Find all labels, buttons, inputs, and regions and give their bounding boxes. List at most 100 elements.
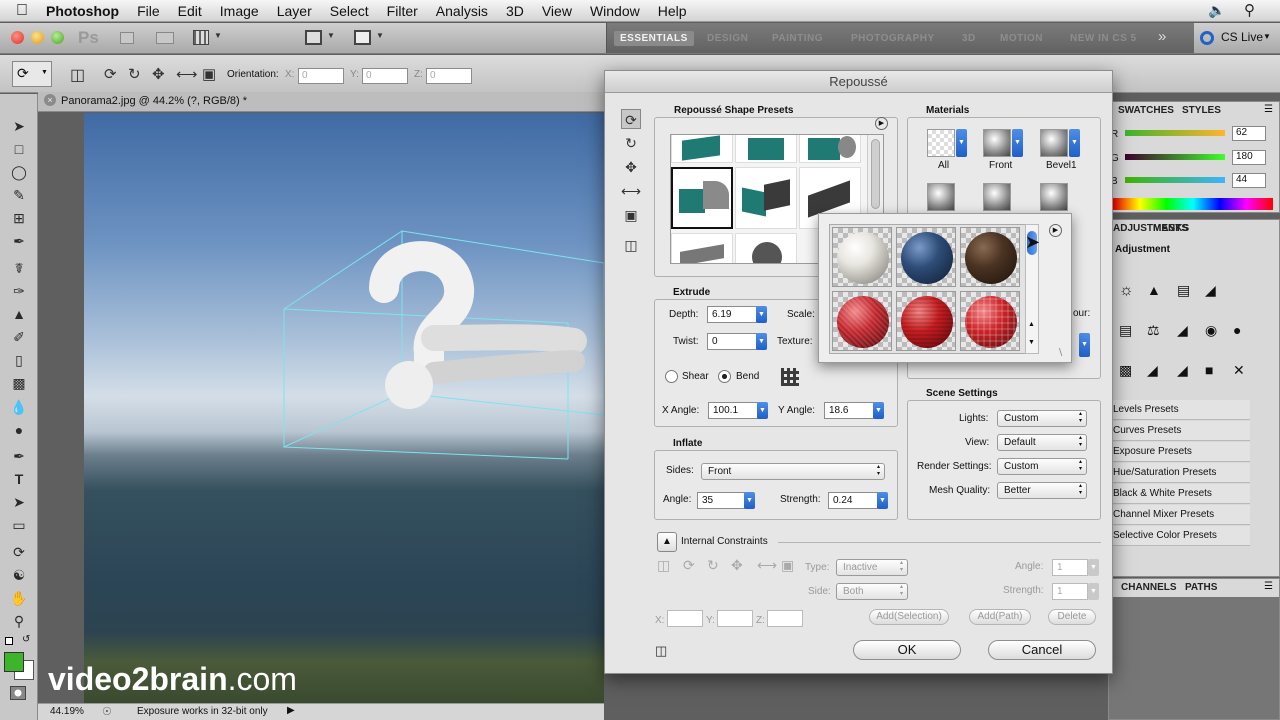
preset-thumb-selected[interactable] bbox=[671, 167, 733, 229]
roll-object-icon[interactable]: ↻ bbox=[621, 133, 641, 153]
quick-mask-icon[interactable] bbox=[10, 686, 26, 700]
sides-select[interactable]: Front bbox=[701, 463, 885, 480]
preset-hue-saturation[interactable]: Hue/Saturation Presets bbox=[1113, 463, 1250, 483]
screen-mode-icon[interactable] bbox=[354, 30, 371, 45]
menu-analysis[interactable]: Analysis bbox=[427, 3, 497, 19]
panel-menu-icon[interactable]: ☰ bbox=[1264, 104, 1273, 115]
material-swatch[interactable] bbox=[896, 227, 956, 287]
chevron-down-icon[interactable]: ▼ bbox=[1069, 129, 1080, 157]
delete-button[interactable]: Delete bbox=[1048, 609, 1096, 625]
rotate-3d-icon[interactable]: ⟳ bbox=[17, 65, 29, 82]
preset-channel-mixer[interactable]: Channel Mixer Presets bbox=[1113, 505, 1250, 525]
workspace-design[interactable]: DESIGN bbox=[707, 33, 748, 44]
brush-tool-icon[interactable]: ✑ bbox=[9, 281, 29, 301]
menu-3d[interactable]: 3D bbox=[497, 3, 533, 19]
gradient-tool-icon[interactable]: ▩ bbox=[9, 373, 29, 393]
inflate-strength-field[interactable]: 0.24 bbox=[828, 492, 878, 509]
color-ramp[interactable] bbox=[1113, 198, 1273, 210]
x-angle-field[interactable]: 100.1 bbox=[708, 402, 758, 419]
constraint-y-field[interactable] bbox=[717, 610, 753, 627]
threshold-icon[interactable]: ◢ bbox=[1177, 362, 1188, 379]
view-select[interactable]: Default bbox=[997, 434, 1087, 451]
material-swatch[interactable] bbox=[832, 291, 892, 351]
constraint-strength-stepper[interactable]: ▼ bbox=[1088, 583, 1099, 600]
menu-file[interactable]: File bbox=[128, 3, 169, 19]
inflate-angle-field[interactable]: 35 bbox=[697, 492, 745, 509]
reference-point-grid-icon[interactable] bbox=[781, 368, 799, 386]
hand-tool-icon[interactable]: ✋ bbox=[9, 588, 29, 608]
tab-masks[interactable]: MASKS bbox=[1153, 223, 1189, 234]
tab-swatches[interactable]: SWATCHES bbox=[1118, 105, 1174, 116]
object-slide-icon[interactable]: ⟷ bbox=[176, 65, 198, 83]
balance-icon[interactable]: ⚖ bbox=[1147, 322, 1160, 339]
constraint-angle-field[interactable]: 1 bbox=[1052, 559, 1088, 576]
material-swatch[interactable] bbox=[960, 291, 1020, 351]
clone-stamp-tool-icon[interactable]: ▲ bbox=[9, 304, 29, 324]
material-slot-all[interactable] bbox=[927, 129, 955, 157]
document-tab-title[interactable]: Panorama2.jpg @ 44.2% (?, RGB/8) * bbox=[61, 95, 247, 107]
orientation-x-field[interactable]: 0 bbox=[298, 68, 344, 84]
preset-selective-color[interactable]: Selective Color Presets bbox=[1113, 526, 1250, 546]
brightness-icon[interactable]: ☼ bbox=[1119, 282, 1134, 300]
preset-levels[interactable]: Levels Presets bbox=[1113, 400, 1250, 420]
status-menu-icon[interactable]: ▶ bbox=[287, 705, 295, 716]
levels-icon[interactable]: ▲ bbox=[1147, 282, 1161, 298]
material-slot-front[interactable] bbox=[983, 129, 1011, 157]
bend-radio[interactable] bbox=[718, 370, 731, 383]
material-swatch[interactable] bbox=[960, 227, 1020, 287]
menu-window[interactable]: Window bbox=[581, 3, 649, 19]
menu-app[interactable]: Photoshop bbox=[37, 3, 128, 19]
spotlight-search-icon[interactable]: ⚲ bbox=[1244, 1, 1255, 19]
depth-field[interactable]: 6.19 bbox=[707, 306, 757, 323]
history-brush-tool-icon[interactable]: ✐ bbox=[9, 327, 29, 347]
menu-select[interactable]: Select bbox=[321, 3, 378, 19]
chevron-down-icon[interactable]: ▼ bbox=[41, 69, 48, 76]
tab-styles[interactable]: STYLES bbox=[1182, 105, 1221, 116]
zoom-tool-icon[interactable]: ⚲ bbox=[9, 611, 29, 631]
preset-thumb[interactable] bbox=[671, 135, 733, 163]
preset-thumb[interactable] bbox=[735, 135, 797, 163]
3d-orbit-tool-icon[interactable]: ☯ bbox=[9, 565, 29, 585]
object-rotate-icon[interactable]: ⟳ bbox=[104, 65, 117, 83]
workspace-photography[interactable]: PHOTOGRAPHY bbox=[851, 33, 935, 44]
cs-live-button[interactable]: CS Live bbox=[1221, 30, 1263, 44]
material-slot[interactable] bbox=[983, 183, 1011, 211]
volume-icon[interactable]: 🔈 bbox=[1208, 2, 1225, 19]
inflate-strength-stepper[interactable]: ▼ bbox=[877, 492, 888, 509]
zoom-level[interactable]: 44.19% bbox=[50, 706, 84, 717]
material-slot[interactable] bbox=[1040, 183, 1068, 211]
depth-stepper[interactable]: ▼ bbox=[756, 306, 767, 323]
gradient-map-icon[interactable]: ■ bbox=[1205, 362, 1213, 378]
workspace-painting[interactable]: PAINTING bbox=[772, 33, 823, 44]
twist-field[interactable]: 0 bbox=[707, 333, 757, 350]
y-angle-stepper[interactable]: ▼ bbox=[873, 402, 884, 419]
workspace-new-in-cs5[interactable]: NEW IN CS 5 bbox=[1070, 33, 1137, 44]
inflate-angle-stepper[interactable]: ▼ bbox=[744, 492, 755, 509]
bridge-icon[interactable] bbox=[120, 32, 134, 44]
camera-icon[interactable]: ◫ bbox=[621, 235, 641, 255]
arrange-documents-icon[interactable] bbox=[305, 30, 322, 45]
material-picker-menu-icon[interactable]: ▶ bbox=[1049, 224, 1062, 237]
tab-channels[interactable]: CHANNELS bbox=[1121, 582, 1177, 593]
object-mode-icon[interactable]: ◫ bbox=[70, 65, 85, 85]
workspace-motion[interactable]: MOTION bbox=[1000, 33, 1043, 44]
type-select[interactable]: Inactive bbox=[836, 559, 908, 576]
constraint-z-field[interactable] bbox=[767, 610, 803, 627]
status-icon[interactable]: ☉ bbox=[102, 705, 112, 718]
menu-layer[interactable]: Layer bbox=[268, 3, 321, 19]
material-swatch[interactable] bbox=[832, 227, 892, 287]
path-selection-tool-icon[interactable]: ➤ bbox=[9, 492, 29, 512]
menu-filter[interactable]: Filter bbox=[378, 3, 427, 19]
preset-thumb[interactable] bbox=[799, 135, 861, 163]
scale-object-icon[interactable]: ▣ bbox=[621, 205, 641, 225]
panel-menu-icon[interactable]: ☰ bbox=[1264, 581, 1273, 592]
default-colors-icon[interactable] bbox=[5, 637, 13, 645]
drag-object-icon[interactable]: ✥ bbox=[621, 157, 641, 177]
g-slider[interactable] bbox=[1125, 154, 1225, 160]
preset-thumb[interactable] bbox=[735, 167, 797, 229]
x-angle-stepper[interactable]: ▼ bbox=[757, 402, 768, 419]
pen-tool-icon[interactable]: ✒ bbox=[9, 446, 29, 466]
chevron-down-icon[interactable]: ▼ bbox=[376, 31, 384, 40]
crop-tool-icon[interactable]: ⊞ bbox=[9, 208, 29, 228]
add-selection-button[interactable]: Add(Selection) bbox=[869, 609, 949, 625]
